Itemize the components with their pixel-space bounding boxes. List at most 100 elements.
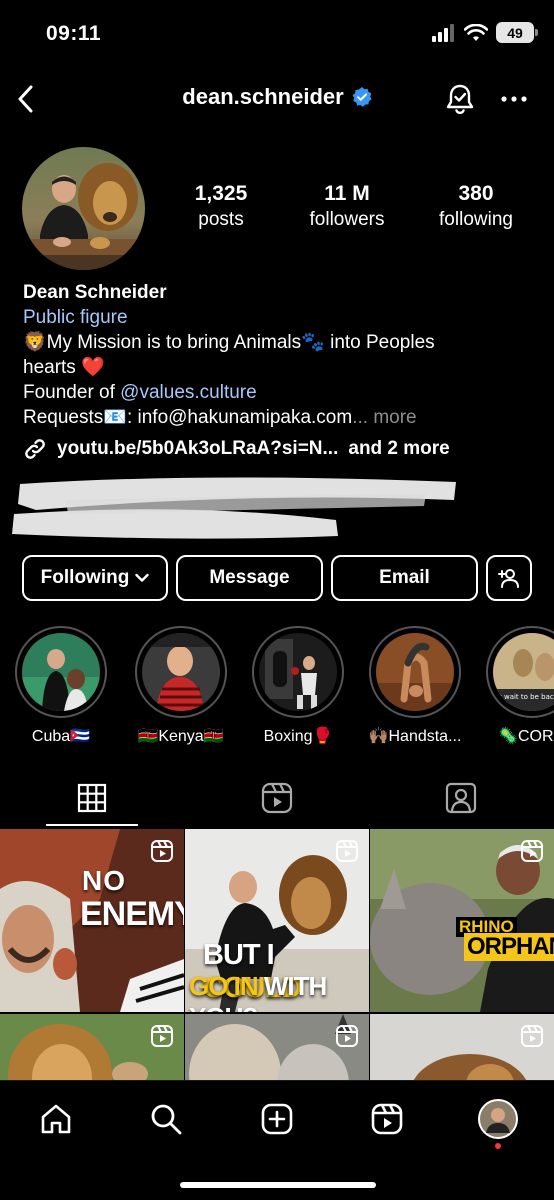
reel-badge-icon [151,1025,173,1047]
founder-mention-link[interactable]: @values.culture [120,382,257,403]
followers-count: 11 M [324,182,370,205]
nav-home[interactable] [34,1097,78,1141]
highlight-label: 🇰🇪Kenya🇰🇪 [138,728,224,745]
requests-email: : info@hakunamipaka.com [126,407,353,428]
highlight-cover-image [22,633,100,711]
display-name: Dean Schneider [23,282,167,303]
tab-tagged[interactable] [415,770,507,826]
post-caption-line2: GO IN WITH YOU? [189,971,369,1012]
followers-label: followers [309,209,385,230]
link-icon [25,438,45,459]
more-horizontal-icon [501,96,527,102]
home-indicator [180,1182,376,1188]
highlight-cover [142,633,220,711]
plus-square-icon [261,1103,293,1135]
post-caption-line1: NO [82,865,126,896]
highlight-cover: t wait to be back [493,633,554,711]
message-button[interactable]: Message [176,555,323,601]
bio-url-text[interactable]: youtu.be/5b0Ak3oLRaA?si=N... [57,436,338,461]
followers-stat[interactable]: 11 M followers [282,182,412,231]
profile-bio: Dean Schneider Public figure 🦁My Mission… [23,280,533,461]
grid-post[interactable]: NO ENEMY [0,829,184,1012]
status-icons: 49 [432,22,538,43]
requests-prefix: Requests [23,407,104,428]
nav-create[interactable] [255,1097,299,1141]
reel-badge-icon [521,1025,543,1047]
bio-mission-text: My Mission is to bring Animals [46,332,302,353]
signal-icon [432,23,454,42]
bio-line-requests: Requests📧: info@hakunamipaka.com... more [23,405,533,430]
highlight-ring [369,626,461,718]
nav-profile[interactable] [476,1097,520,1141]
reel-badge-icon [521,840,543,862]
reel-badge-icon [151,840,173,862]
post-caption-line2: ORPHAN! [464,933,554,961]
highlight-cover-caption: t wait to be back [499,693,554,701]
username: dean.schneider [182,84,344,109]
bell-check-icon [446,84,474,114]
email-button-label: Email [379,567,430,588]
highlight-corona[interactable]: t wait to be back 🦠CORO [477,626,554,746]
profile-header: dean.schneider [0,76,554,122]
grid-post[interactable]: BUT I COULD GO IN WITH YOU? [185,829,369,1012]
reel-badge-icon [336,1025,358,1047]
search-icon [151,1104,182,1135]
posts-label: posts [198,209,244,230]
avatar-photo [22,147,145,270]
founder-prefix: Founder of [23,382,121,403]
wifi-icon [464,23,488,41]
highlight-cover-image: t wait to be back [493,633,554,711]
highlight-label: Cuba🇨🇺 [31,728,91,745]
status-time: 09:11 [46,22,102,45]
bio-more-link[interactable]: ... more [352,407,416,428]
suggested-people-button[interactable] [486,555,532,601]
grid-post[interactable] [185,1014,369,1082]
highlight-boxing[interactable]: Boxing🥊 [243,626,353,746]
paw-emoji: 🐾 [301,332,325,353]
posts-stat[interactable]: 1,325 posts [160,182,282,231]
notifications-button[interactable] [442,80,478,118]
battery-level: 49 [507,24,523,41]
post-caption-highlight2: GO IN [189,971,259,1001]
tab-reels[interactable] [231,770,323,826]
add-person-icon [498,569,519,588]
highlight-handstand[interactable]: 🙌🏽Handsta... [360,626,470,746]
bio-line-mission: 🦁My Mission is to bring Animals🐾 into Pe… [23,330,533,355]
more-options-button[interactable] [496,80,532,118]
highlight-cover [259,633,337,711]
grid-post[interactable] [0,1014,184,1082]
following-label: following [439,209,513,230]
category-label[interactable]: Public figure [23,305,533,330]
profile-avatar[interactable] [22,147,145,270]
highlight-cover [22,633,100,711]
highlight-cuba[interactable]: Cuba🇨🇺 [6,626,116,746]
following-button-label: Following [40,567,130,588]
highlight-label: 🦠CORO [498,728,554,745]
notification-dot [495,1143,501,1149]
active-tab-indicator [46,824,138,826]
bio-url-more[interactable]: and 2 more [348,436,449,461]
lion-emoji: 🦁 [23,332,47,353]
nav-reels[interactable] [365,1097,409,1141]
home-icon [41,1104,71,1134]
following-button[interactable]: Following [22,555,168,601]
profile-tabs [0,770,554,828]
bio-line-founder: Founder of @values.culture [23,380,533,405]
email-button[interactable]: Email [331,555,478,601]
chevron-down-icon [135,573,150,582]
nav-search[interactable] [144,1097,188,1141]
highlight-ring: t wait to be back [486,626,554,718]
tab-posts-grid[interactable] [46,770,138,826]
highlight-kenya[interactable]: 🇰🇪Kenya🇰🇪 [126,626,236,746]
grid-post[interactable]: RHINO ORPHAN! [370,829,554,1012]
post-caption-line2: ENEMY [80,895,184,933]
highlight-ring [252,626,344,718]
story-highlights: Cuba🇨🇺 🇰🇪Kenya🇰🇪 Boxing🥊 🙌🏽Handsta... t … [0,626,554,746]
status-bar: 09:11 49 [0,0,554,70]
highlight-cover-image [259,633,337,711]
bio-links-row[interactable]: youtu.be/5b0Ak3oLRaA?si=N... and 2 more [23,436,533,461]
following-count: 380 [458,182,494,205]
following-stat[interactable]: 380 following [412,182,540,231]
grid-post[interactable] [370,1014,554,1082]
verified-badge-icon [352,87,372,107]
